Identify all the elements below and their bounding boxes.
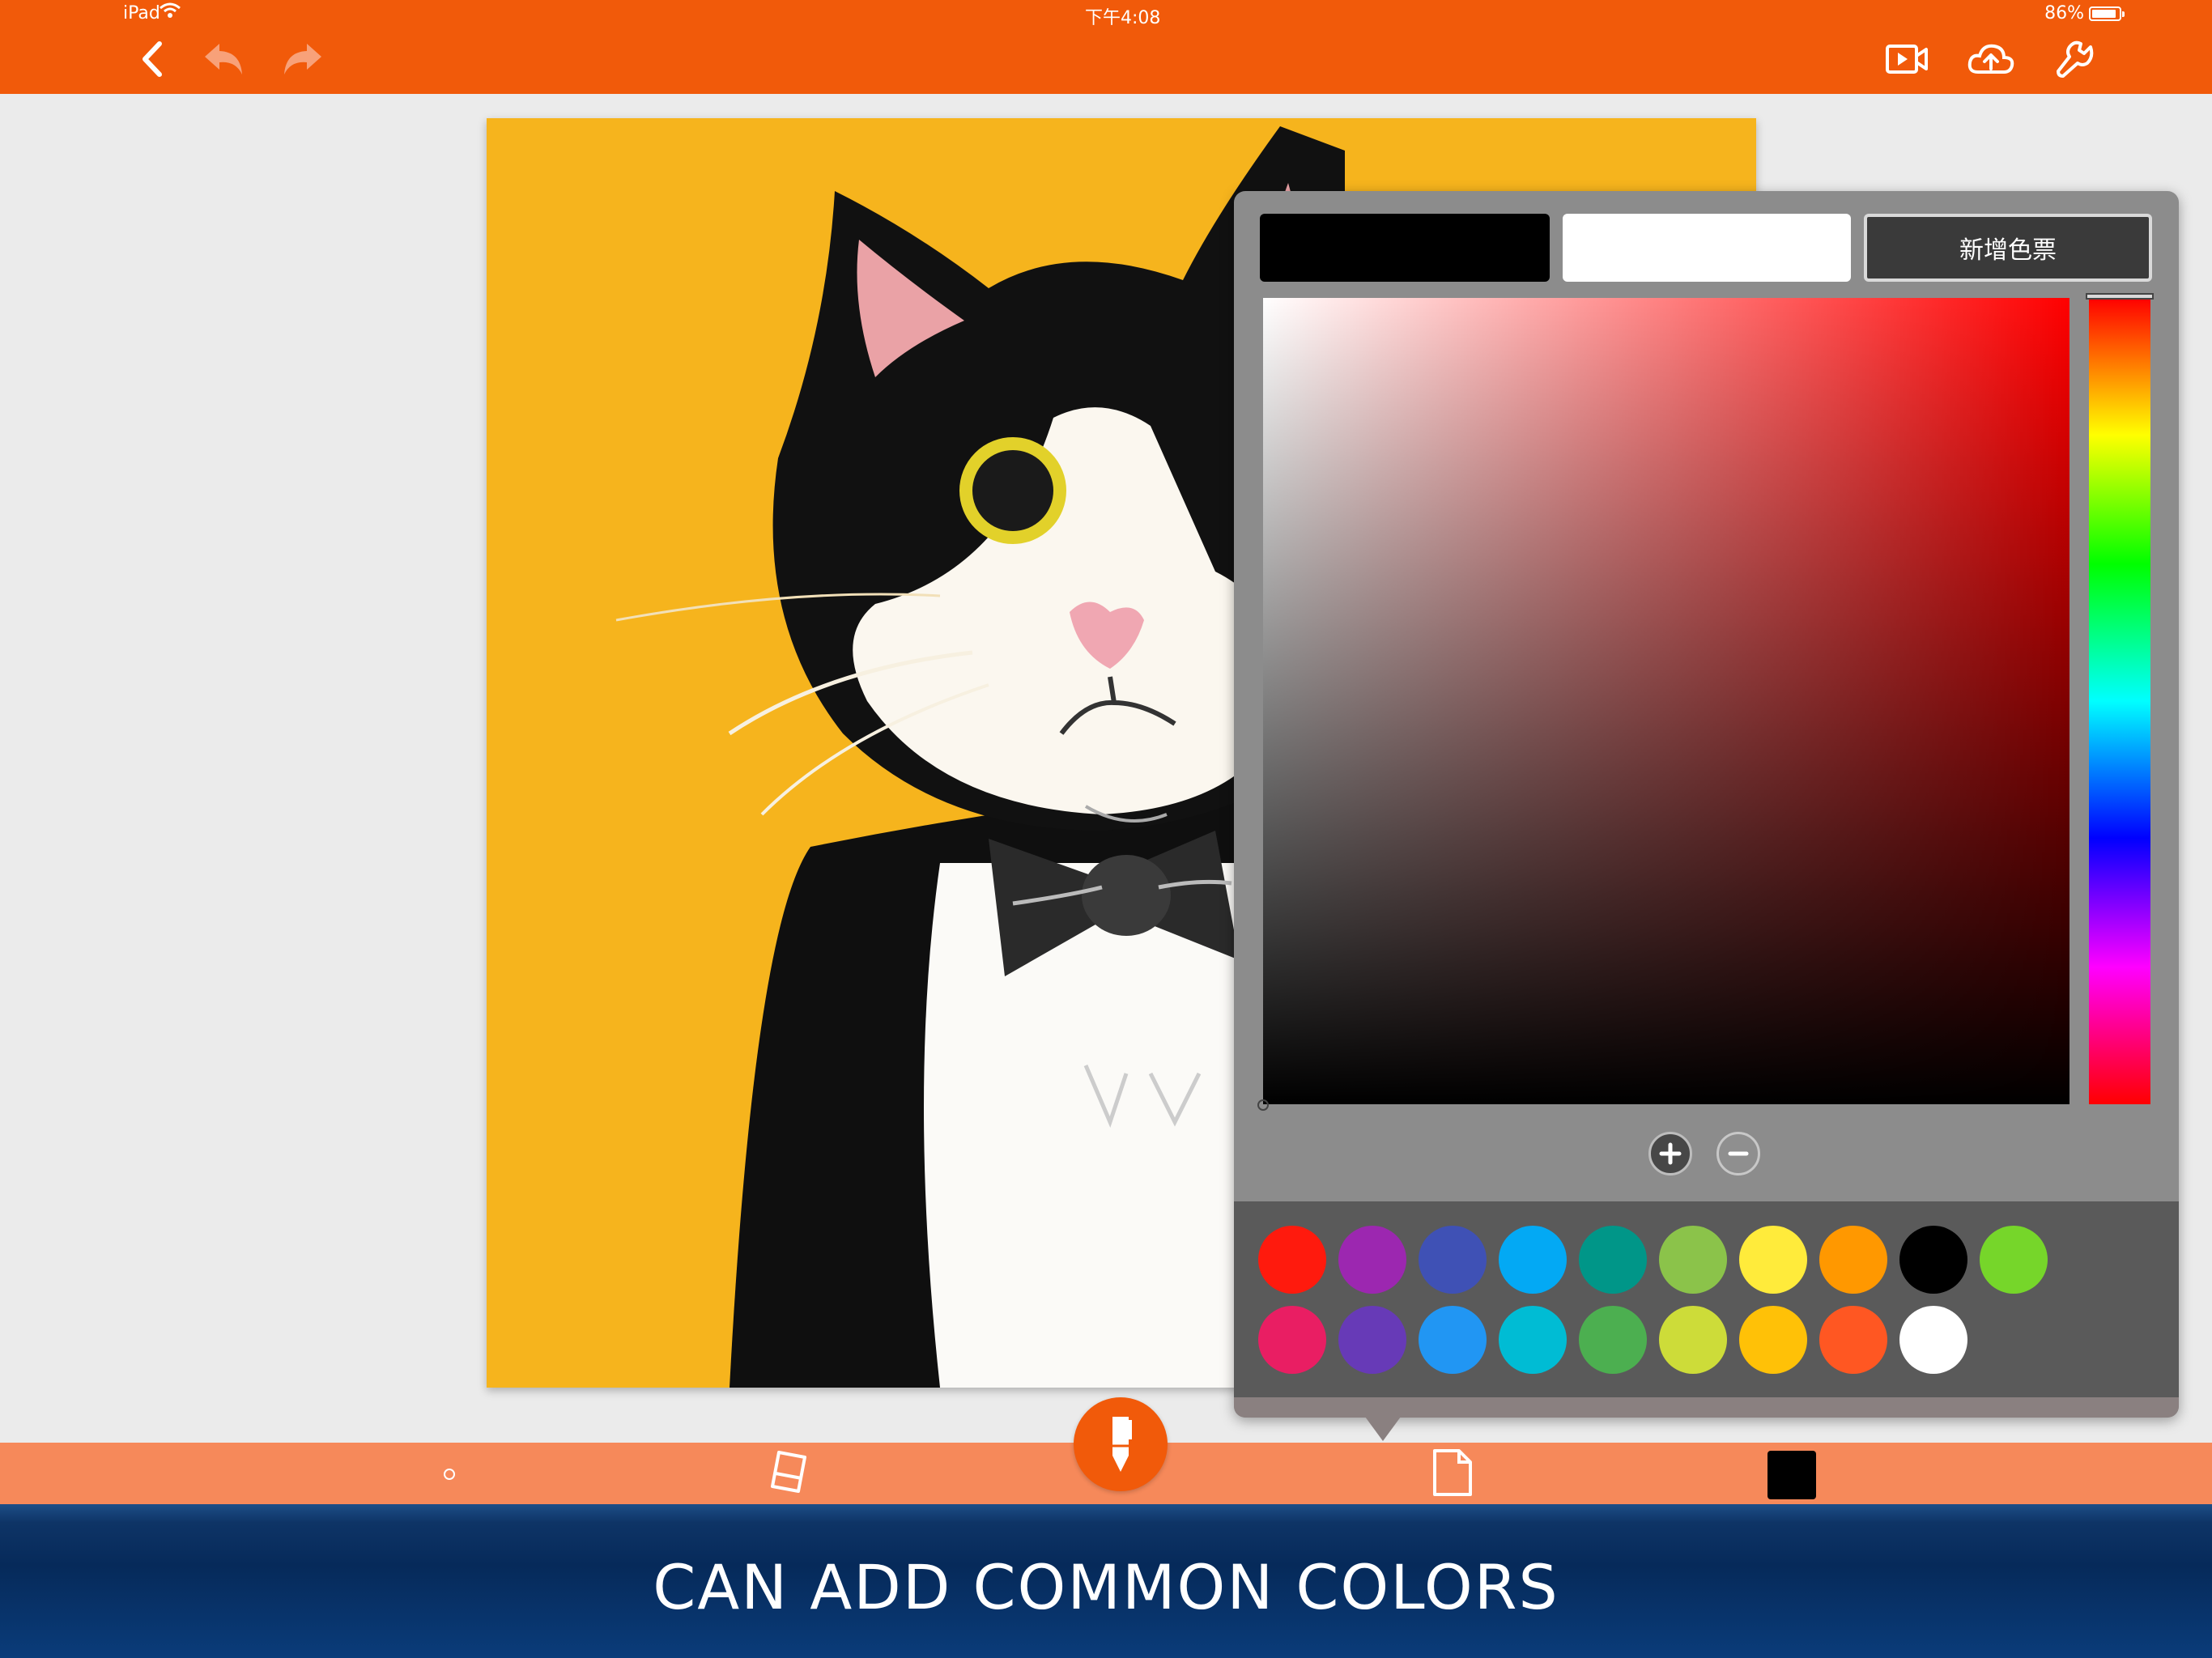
palette-color-swatch[interactable] xyxy=(1819,1306,1887,1374)
palette-color-swatch[interactable] xyxy=(1419,1306,1487,1374)
palette-color-swatch[interactable] xyxy=(1419,1226,1487,1294)
palette-color-swatch[interactable] xyxy=(1980,1226,2048,1294)
layers-icon[interactable] xyxy=(1430,1448,1475,1498)
plus-icon xyxy=(1659,1142,1682,1165)
palette-color-swatch[interactable] xyxy=(1579,1306,1647,1374)
palette-color-swatch[interactable] xyxy=(1338,1306,1406,1374)
palette-color-swatch[interactable] xyxy=(1659,1226,1727,1294)
battery-percent: 86% xyxy=(2044,3,2084,23)
status-battery: 86% xyxy=(2044,3,2125,23)
wifi-icon xyxy=(159,2,181,24)
popover-pointer xyxy=(1365,1417,1401,1441)
battery-icon xyxy=(2089,6,2125,21)
color-chip[interactable] xyxy=(1767,1451,1816,1499)
record-video-icon[interactable] xyxy=(1880,32,1933,86)
undo-icon[interactable] xyxy=(198,32,251,86)
palette-color-swatch[interactable] xyxy=(1739,1226,1807,1294)
eraser-icon[interactable] xyxy=(764,1448,813,1496)
status-time: 下午4:08 xyxy=(1085,8,1161,28)
current-color-swatch[interactable] xyxy=(1260,214,1550,282)
palette-color-swatch[interactable] xyxy=(1499,1306,1567,1374)
popover-footer xyxy=(1234,1397,2179,1418)
add-color-button[interactable] xyxy=(1648,1132,1692,1175)
palette-color-swatch[interactable] xyxy=(1499,1226,1567,1294)
caption-text: CAN ADD COMMON COLORS xyxy=(653,1550,1559,1623)
palette-color-swatch[interactable] xyxy=(1899,1226,1967,1294)
caption-banner: CAN ADD COMMON COLORS xyxy=(0,1504,2212,1658)
color-picker-popover: 新增色票 xyxy=(1234,191,2179,1418)
saturation-brightness-field[interactable] xyxy=(1263,298,2069,1104)
hue-slider-handle[interactable] xyxy=(2086,293,2154,300)
saturation-brightness-handle[interactable] xyxy=(1257,1099,1269,1111)
top-toolbar: iPad 下午4:08 86% xyxy=(0,0,2212,94)
palette-color-swatch[interactable] xyxy=(1899,1306,1967,1374)
back-chevron-icon[interactable] xyxy=(126,32,180,86)
minus-icon xyxy=(1728,1151,1749,1156)
hue-slider[interactable] xyxy=(2089,298,2150,1104)
palette-color-swatch[interactable] xyxy=(1579,1226,1647,1294)
add-swatch-button[interactable]: 新增色票 xyxy=(1864,214,2152,282)
redo-icon[interactable] xyxy=(275,32,329,86)
palette-color-swatch[interactable] xyxy=(1338,1226,1406,1294)
pen-tool-button[interactable] xyxy=(1074,1397,1168,1491)
common-colors-palette xyxy=(1234,1201,2179,1397)
status-device: iPad xyxy=(123,3,160,23)
previous-color-swatch[interactable] xyxy=(1563,214,1851,282)
palette-color-swatch[interactable] xyxy=(1258,1226,1326,1294)
cloud-upload-icon[interactable] xyxy=(1964,32,2018,86)
wrench-icon[interactable] xyxy=(2048,32,2102,86)
palette-color-swatch[interactable] xyxy=(1258,1306,1326,1374)
page-dot-icon[interactable] xyxy=(444,1469,455,1480)
palette-color-swatch[interactable] xyxy=(1659,1306,1727,1374)
remove-color-button[interactable] xyxy=(1716,1132,1760,1175)
palette-color-swatch[interactable] xyxy=(1819,1226,1887,1294)
palette-color-swatch[interactable] xyxy=(1739,1306,1807,1374)
pen-icon xyxy=(1112,1417,1132,1472)
